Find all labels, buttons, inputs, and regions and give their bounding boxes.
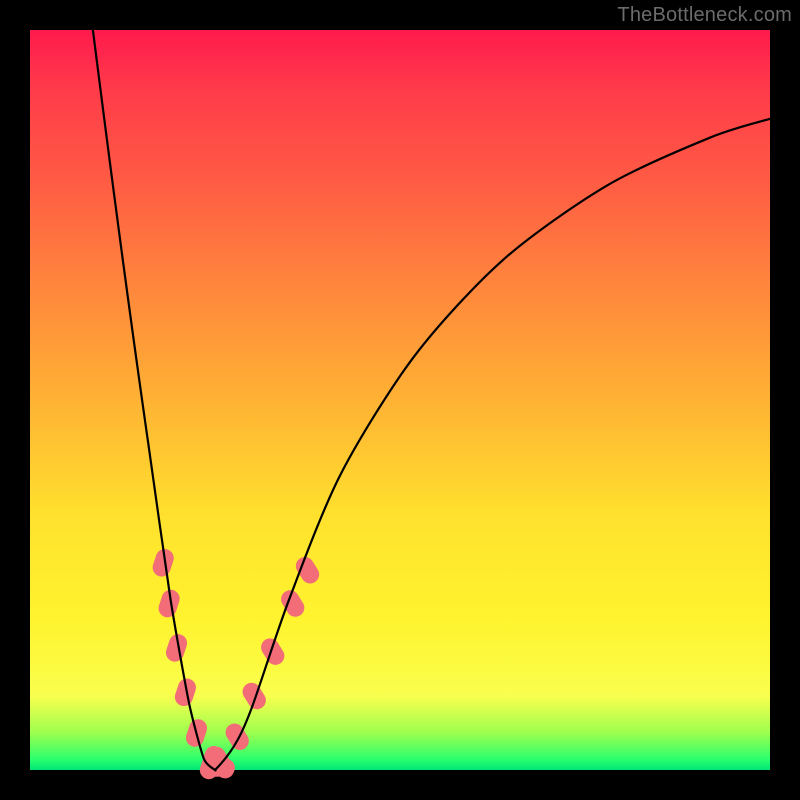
v-curve bbox=[93, 30, 774, 770]
data-marker bbox=[258, 635, 288, 668]
data-marker bbox=[222, 720, 252, 753]
curve-layer bbox=[30, 30, 770, 770]
chart-frame: TheBottleneck.com bbox=[0, 0, 800, 800]
watermark-text: TheBottleneck.com bbox=[617, 4, 792, 27]
plot-area bbox=[30, 30, 770, 770]
data-marker bbox=[239, 679, 269, 712]
